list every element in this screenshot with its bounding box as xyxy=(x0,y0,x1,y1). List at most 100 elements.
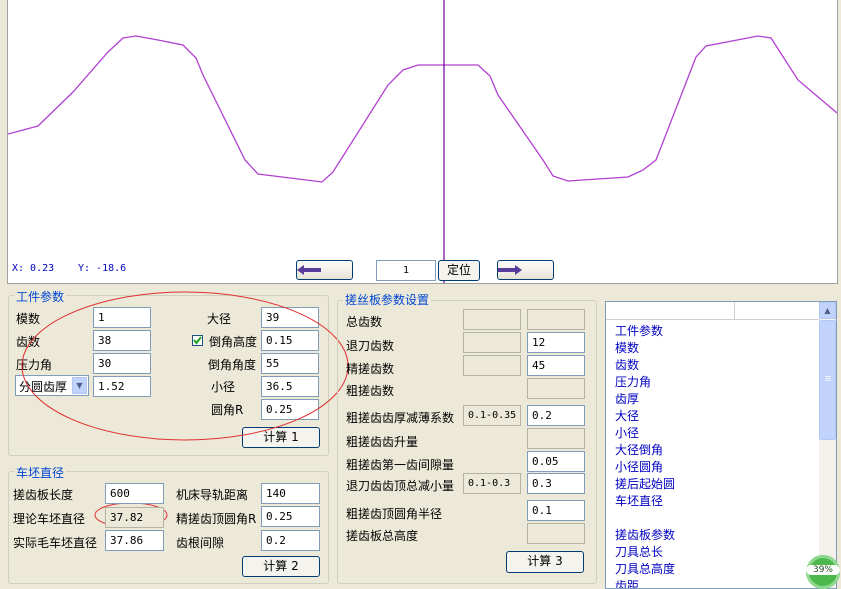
list-item[interactable]: 车坯直径 xyxy=(615,492,663,509)
root-clearance-input[interactable]: 0.2 xyxy=(261,530,320,551)
plate-length-input[interactable]: 600 xyxy=(105,483,164,504)
actual-diameter-label: 实际毛车坯直径 xyxy=(13,536,98,550)
retract-reduce-range: 0.1-0.3 xyxy=(463,473,521,494)
rough-fillet-input[interactable]: 0.1 xyxy=(527,500,585,521)
rough-rise-label: 粗搓齿齿升量 xyxy=(346,435,419,449)
chamfer-height-label: 倒角高度 xyxy=(209,335,258,349)
finish-teeth-label: 精搓齿数 xyxy=(346,362,395,376)
workpiece-group-title: 工件参数 xyxy=(14,288,67,305)
retract-teeth-input[interactable]: 12 xyxy=(527,332,585,353)
arrow-left-icon xyxy=(297,265,321,275)
total-teeth-a-field xyxy=(463,309,521,330)
calc-3-button[interactable]: 计算 3 xyxy=(506,551,584,573)
rail-distance-input[interactable]: 140 xyxy=(261,483,320,504)
calc-2-button[interactable]: 计算 2 xyxy=(242,556,320,577)
tooth-profile-canvas xyxy=(8,0,837,283)
pressure-angle-label: 压力角 xyxy=(16,358,53,372)
fillet-label: 圆角R xyxy=(211,403,244,417)
minor-diameter-input[interactable]: 36.5 xyxy=(261,376,319,397)
rough-rise-field xyxy=(527,428,585,449)
list-item[interactable]: 模数 xyxy=(615,339,639,356)
chevron-down-icon[interactable]: ▼ xyxy=(72,377,87,394)
rough-first-gap-label: 粗搓齿第一齿间隙量 xyxy=(346,458,455,472)
finish-fillet-input[interactable]: 0.25 xyxy=(261,506,320,527)
total-teeth-b-field xyxy=(527,309,585,330)
minor-diameter-label: 小径 xyxy=(211,380,236,394)
teeth-label: 齿数 xyxy=(16,335,41,349)
prev-button[interactable] xyxy=(296,260,353,280)
module-input[interactable]: 1 xyxy=(93,307,151,328)
list-item[interactable]: 搓后起始圆 xyxy=(615,475,675,492)
major-diameter-label: 大径 xyxy=(207,312,232,326)
scroll-thumb[interactable] xyxy=(819,320,836,440)
root-clearance-label: 齿根间隙 xyxy=(176,536,225,550)
total-teeth-label: 总齿数 xyxy=(346,315,383,329)
arrow-right-icon xyxy=(498,265,522,275)
list-item[interactable]: 大径 xyxy=(615,407,639,424)
list-item[interactable]: 小径 xyxy=(615,424,639,441)
retract-teeth-label: 退刀齿数 xyxy=(346,339,395,353)
parameter-list[interactable]: 工件参数 模数 齿数 压力角 齿厚 大径 小径 大径倒角 小径圆角 搓后起始圆 … xyxy=(605,301,837,589)
tooth-profile-curve xyxy=(8,35,837,183)
list-header xyxy=(606,302,820,320)
tooth-thickness-input[interactable]: 1.52 xyxy=(93,376,151,397)
grip-icon xyxy=(825,376,831,377)
list-item[interactable]: 搓齿板参数 xyxy=(615,526,675,543)
pressure-angle-input[interactable]: 30 xyxy=(93,353,151,374)
chamfer-height-checkbox[interactable] xyxy=(192,335,203,346)
tooth-thickness-select-value: 分圆齿厚 xyxy=(19,380,68,394)
list-item[interactable]: 小径圆角 xyxy=(615,458,663,475)
chamfer-angle-label: 倒角角度 xyxy=(208,358,257,372)
profile-plot[interactable]: X: 0.23 Y: -18.6 1 定位 xyxy=(7,0,838,284)
progress-badge-value: 39% xyxy=(806,565,840,575)
list-body: 工件参数 模数 齿数 压力角 齿厚 大径 小径 大径倒角 小径圆角 搓后起始圆 … xyxy=(606,320,820,588)
plate-height-field xyxy=(527,523,585,544)
position-input[interactable]: 1 xyxy=(376,260,436,281)
plate-length-label: 搓齿板长度 xyxy=(13,488,74,502)
scroll-up-icon[interactable]: ▲ xyxy=(819,302,836,319)
list-scrollbar[interactable]: ▲ xyxy=(819,302,836,588)
list-item[interactable]: 工件参数 xyxy=(615,322,663,339)
locate-button[interactable]: 定位 xyxy=(438,260,480,281)
plate-group-title: 搓丝板参数设置 xyxy=(343,291,432,308)
rough-thin-label: 粗搓齿齿厚减薄系数 xyxy=(346,411,455,425)
list-item[interactable]: 齿厚 xyxy=(615,390,639,407)
finish-fillet-label: 精搓齿顶圆角R xyxy=(176,512,257,526)
fillet-input[interactable]: 0.25 xyxy=(261,399,319,420)
list-item[interactable]: 刀具总长 xyxy=(615,543,663,560)
retract-reduce-input[interactable]: 0.3 xyxy=(527,473,585,494)
rough-fillet-label: 粗搓齿顶圆角半径 xyxy=(346,507,443,521)
chamfer-angle-input[interactable]: 55 xyxy=(261,353,319,374)
list-item[interactable]: 刀具总高度 xyxy=(615,560,675,577)
actual-diameter-input[interactable]: 37.86 xyxy=(105,530,164,551)
finish-teeth-input[interactable]: 45 xyxy=(527,355,585,376)
rough-teeth-label: 粗搓齿数 xyxy=(346,384,395,398)
list-column-divider xyxy=(734,302,735,319)
progress-badge[interactable]: 39% xyxy=(806,555,840,589)
tooth-thickness-select[interactable]: 分圆齿厚 ▼ xyxy=(15,375,89,396)
module-label: 模数 xyxy=(16,312,41,326)
rail-distance-label: 机床导轨距离 xyxy=(176,488,249,502)
rough-first-gap-input[interactable]: 0.05 xyxy=(527,451,585,472)
rough-teeth-field xyxy=(527,378,585,399)
retract-teeth-a-field xyxy=(463,332,521,353)
next-button[interactable] xyxy=(497,260,554,280)
list-item[interactable]: 大径倒角 xyxy=(615,441,663,458)
theory-diameter-field: 37.82 xyxy=(105,507,164,528)
chamfer-height-input[interactable]: 0.15 xyxy=(261,330,319,351)
major-diameter-input[interactable]: 39 xyxy=(261,307,319,328)
list-item[interactable]: 齿距 xyxy=(615,577,639,588)
blank-group-title: 车坯直径 xyxy=(14,464,67,481)
retract-reduce-label: 退刀齿齿顶总减小量 xyxy=(346,479,455,493)
rough-thin-input[interactable]: 0.2 xyxy=(527,405,585,426)
y-readout: Y: -18.6 xyxy=(78,263,127,274)
finish-teeth-a-field xyxy=(463,355,521,376)
teeth-input[interactable]: 38 xyxy=(93,330,151,351)
list-item[interactable]: 压力角 xyxy=(615,373,651,390)
x-readout: X: 0.23 xyxy=(12,263,55,274)
calc-1-button[interactable]: 计算 1 xyxy=(242,427,320,448)
plate-height-label: 搓齿板总高度 xyxy=(346,529,419,543)
checkmark-icon xyxy=(193,336,202,345)
rough-thin-range: 0.1-0.35 xyxy=(463,405,521,426)
list-item[interactable]: 齿数 xyxy=(615,356,639,373)
